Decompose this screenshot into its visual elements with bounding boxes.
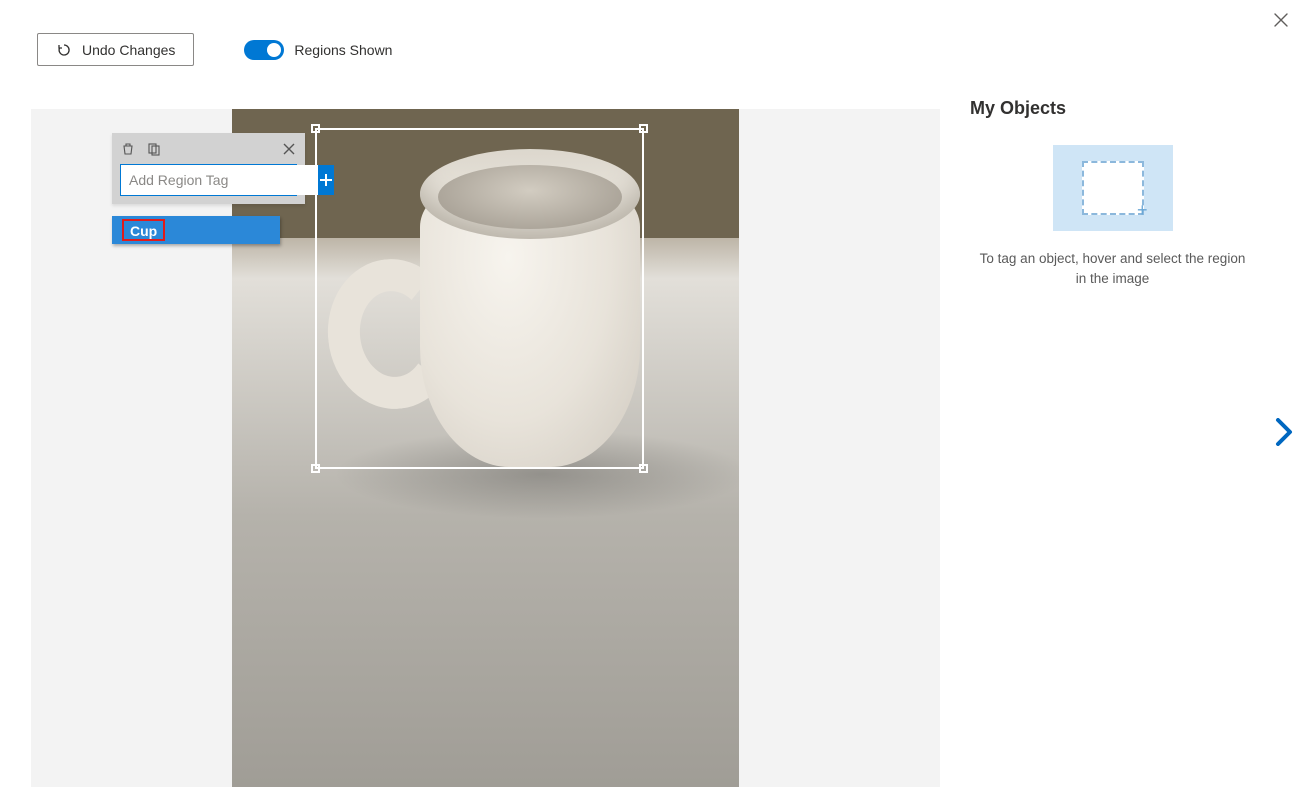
image-canvas[interactable] [31,109,940,787]
undo-icon [56,42,72,58]
regions-toggle-label: Regions Shown [294,42,392,58]
add-object-tile[interactable]: + [1053,145,1173,231]
copy-icon[interactable] [146,141,162,157]
tag-suggestion-label: Cup [122,219,165,241]
undo-label: Undo Changes [82,42,175,58]
sidebar-help-text: To tag an object, hover and select the r… [970,249,1255,290]
plus-icon: + [1137,201,1148,219]
region-tag-panel [112,133,305,204]
resize-handle-top-left[interactable] [311,124,320,133]
tag-suggestions: Cup [112,216,280,244]
add-object-placeholder: + [1082,161,1144,215]
top-toolbar: Undo Changes Regions Shown [37,33,392,66]
resize-handle-bottom-right[interactable] [639,464,648,473]
sidebar-title: My Objects [970,98,1255,119]
regions-shown-toggle[interactable] [244,40,284,60]
close-panel-icon[interactable] [281,141,297,157]
close-icon[interactable] [1273,12,1289,32]
objects-sidebar: My Objects + To tag an object, hover and… [970,98,1255,290]
next-image-button[interactable] [1273,418,1295,451]
resize-handle-bottom-left[interactable] [311,464,320,473]
resize-handle-top-right[interactable] [639,124,648,133]
undo-changes-button[interactable]: Undo Changes [37,33,194,66]
selection-region[interactable] [315,128,644,469]
trash-icon[interactable] [120,141,136,157]
region-tag-input[interactable] [121,165,318,195]
tag-suggestion-item[interactable]: Cup [112,216,280,244]
add-tag-button[interactable] [318,165,334,195]
regions-toggle-group: Regions Shown [244,40,392,60]
